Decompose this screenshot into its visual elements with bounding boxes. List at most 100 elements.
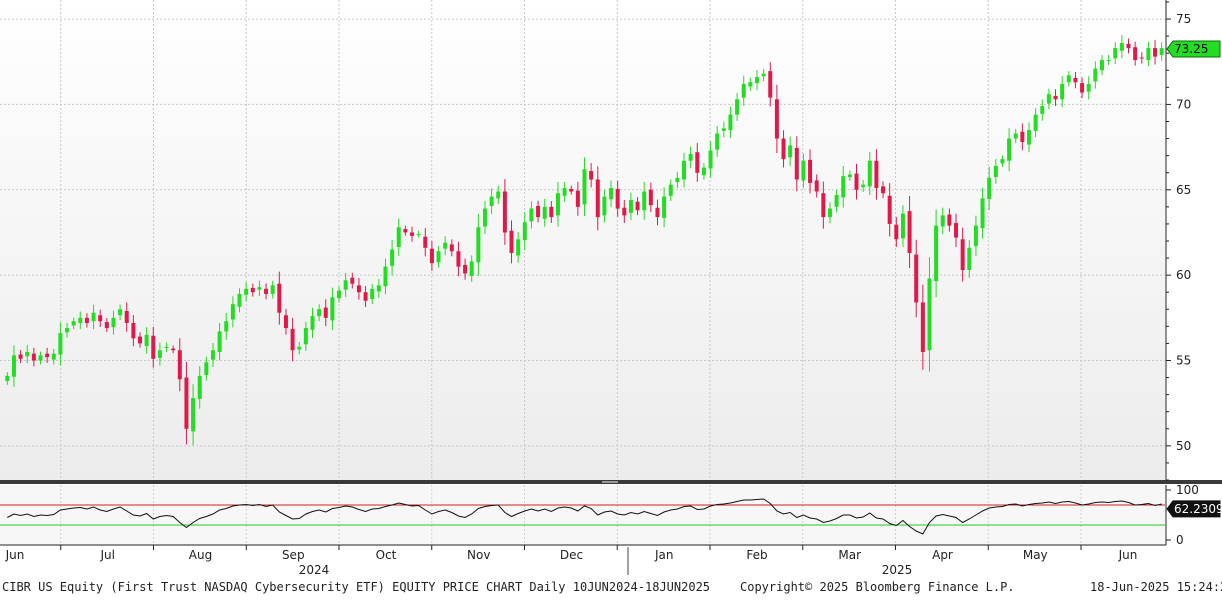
- candle-body: [635, 201, 640, 211]
- candle-body: [900, 213, 905, 239]
- candle-body: [376, 285, 381, 292]
- oscillator-panel-background: [0, 485, 1165, 545]
- candle-body: [980, 198, 985, 229]
- candle-body: [748, 82, 753, 87]
- candle-body: [58, 333, 63, 355]
- candle-body: [708, 150, 713, 169]
- x-axis-month-label: Feb: [746, 548, 767, 562]
- candle-body: [463, 264, 468, 274]
- oscillator-axis-label: 0: [1176, 533, 1184, 547]
- candle-body: [257, 287, 262, 290]
- candle-body: [509, 230, 514, 253]
- price-axis-label: 65: [1176, 183, 1191, 197]
- candle-body: [920, 302, 925, 352]
- candle-body: [144, 334, 149, 346]
- candle-body: [628, 200, 633, 213]
- candle-body: [1073, 77, 1078, 83]
- candle-body: [317, 309, 322, 317]
- candle-body: [881, 186, 886, 194]
- candle-body: [827, 208, 832, 218]
- candle-body: [151, 335, 156, 359]
- candle-body: [171, 348, 176, 351]
- x-axis-month-label: Mar: [838, 548, 861, 562]
- candle-body: [1020, 131, 1025, 142]
- candle-body: [655, 207, 660, 218]
- candle-body: [602, 196, 607, 216]
- candle-body: [529, 208, 534, 222]
- candle-body: [1060, 83, 1065, 100]
- candle-body: [270, 285, 275, 294]
- candle-body: [536, 206, 541, 218]
- candle-body: [496, 191, 501, 199]
- candle-body: [370, 288, 375, 300]
- candle-body: [1033, 114, 1038, 131]
- price-axis-label: 70: [1176, 97, 1191, 111]
- candle-body: [410, 232, 415, 236]
- candle-body: [993, 165, 998, 177]
- candle-body: [1113, 48, 1118, 59]
- candle-body: [18, 354, 23, 359]
- candle-body: [1000, 159, 1005, 164]
- candle-body: [1007, 138, 1012, 161]
- candle-body: [423, 236, 428, 248]
- candle-body: [1046, 94, 1051, 104]
- candle-body: [297, 346, 302, 350]
- candle-body: [688, 153, 693, 161]
- candle-body: [841, 176, 846, 198]
- candle-body: [522, 222, 527, 241]
- candle-body: [589, 171, 594, 180]
- candle-body: [337, 290, 342, 299]
- candle-body: [383, 266, 388, 287]
- candle-body: [695, 152, 700, 173]
- x-axis-month-label: Sep: [282, 548, 305, 562]
- candle-body: [774, 99, 779, 139]
- price-axis-label: 55: [1176, 354, 1191, 368]
- candle-body: [682, 160, 687, 180]
- candle-body: [721, 128, 726, 131]
- candle-body: [814, 180, 819, 192]
- candle-body: [1159, 48, 1164, 55]
- candle-body: [768, 71, 773, 98]
- candle-body: [91, 312, 96, 322]
- candle-body: [396, 227, 401, 247]
- candle-body: [1153, 48, 1158, 57]
- candle-body: [310, 316, 315, 330]
- candle-body: [582, 169, 587, 205]
- candle-body: [735, 99, 740, 115]
- candle-body: [283, 315, 288, 329]
- candle-body: [874, 160, 879, 189]
- candle-body: [701, 167, 706, 176]
- candle-body: [84, 317, 89, 323]
- candle-body: [1126, 43, 1131, 49]
- candle-body: [615, 188, 620, 209]
- candle-body: [290, 328, 295, 351]
- candle-body: [111, 317, 116, 328]
- copyright-text: Copyright© 2025 Bloomberg Finance L.P.: [740, 580, 1015, 594]
- candle-body: [1013, 133, 1018, 139]
- candle-body: [157, 350, 162, 358]
- candle-body: [1146, 48, 1151, 61]
- candle-body: [78, 317, 83, 323]
- candle-body: [1086, 83, 1091, 92]
- candle-body: [250, 287, 255, 293]
- candle-body: [124, 310, 129, 323]
- candle-body: [675, 177, 680, 183]
- price-panel-background: [0, 0, 1165, 480]
- candle-body: [65, 328, 70, 333]
- candle-body: [1093, 68, 1098, 82]
- candle-body: [197, 375, 202, 399]
- candle-body: [177, 350, 182, 380]
- candle-body: [555, 193, 560, 216]
- x-axis-month-label: Jun: [1118, 548, 1138, 562]
- candle-body: [38, 355, 43, 361]
- candle-body: [456, 251, 461, 267]
- candle-body: [264, 288, 269, 294]
- candle-body: [761, 73, 766, 77]
- price-axis-label: 50: [1176, 439, 1191, 453]
- candle-body: [244, 288, 249, 295]
- candle-body: [894, 224, 899, 240]
- candle-body: [575, 190, 580, 207]
- candle-body: [489, 196, 494, 207]
- candle-body: [642, 191, 647, 211]
- candle-body: [648, 189, 653, 206]
